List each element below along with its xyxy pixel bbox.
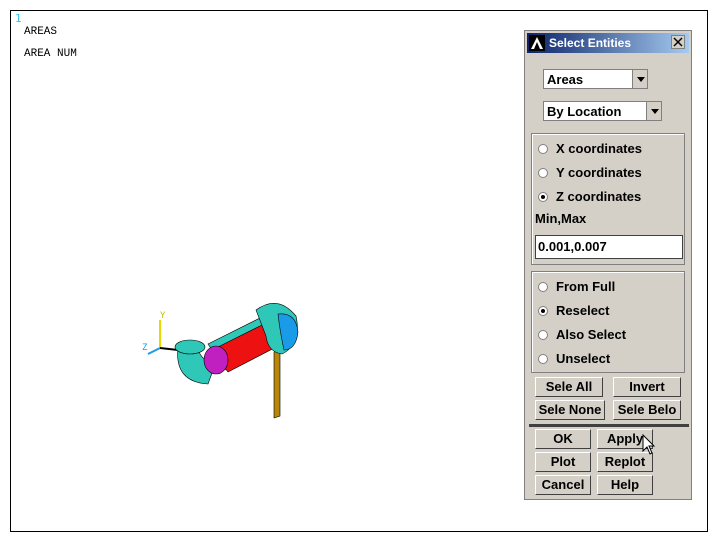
- cancel-button[interactable]: Cancel: [535, 475, 591, 495]
- radio-label: From Full: [556, 279, 616, 294]
- close-icon[interactable]: [671, 35, 685, 49]
- plot-button[interactable]: Plot: [535, 452, 591, 472]
- dialog-title: Select Entities: [549, 36, 632, 50]
- triad-y-label: Y: [160, 311, 166, 321]
- ansys-logo-icon: [529, 35, 545, 51]
- radio-label: Z coordinates: [556, 189, 642, 204]
- sele-belo-button[interactable]: Sele Belo: [613, 400, 681, 420]
- pipe-inner-face: [203, 345, 229, 375]
- select-entities-dialog: Select Entities Areas By Location X coor…: [524, 30, 692, 500]
- select-method-value: By Location: [547, 104, 622, 119]
- radio-label: Reselect: [556, 303, 610, 318]
- radio-button[interactable]: [538, 168, 548, 178]
- radio-button-selected[interactable]: [538, 306, 548, 316]
- mouse-cursor-icon: [642, 434, 656, 455]
- radio-button-selected[interactable]: [538, 192, 548, 202]
- window-number: 1: [15, 12, 22, 25]
- sele-all-button[interactable]: Sele All: [535, 377, 603, 397]
- elbow-end: [174, 339, 206, 355]
- entity-type-dropdown[interactable]: Areas: [543, 69, 648, 89]
- help-button[interactable]: Help: [597, 475, 653, 495]
- chevron-down-icon[interactable]: [632, 69, 648, 89]
- sele-none-button[interactable]: Sele None: [535, 400, 605, 420]
- invert-button[interactable]: Invert: [613, 377, 681, 397]
- radio-label: Unselect: [556, 351, 611, 366]
- plot-label-area-num: AREA NUM: [24, 48, 77, 60]
- radio-label: Also Select: [556, 327, 627, 342]
- support-column: [273, 349, 281, 419]
- radio-label: X coordinates: [556, 141, 642, 156]
- entity-type-value: Areas: [547, 72, 584, 87]
- radio-label: Y coordinates: [556, 165, 642, 180]
- minmax-label: Min,Max: [535, 211, 587, 226]
- selection-mode-group: From Full Reselect Also Select Unselect: [531, 271, 685, 373]
- ok-button[interactable]: OK: [535, 429, 591, 449]
- triad-z-label: Z: [142, 343, 148, 353]
- select-method-dropdown[interactable]: By Location: [543, 101, 662, 121]
- separator: [529, 424, 689, 427]
- dialog-titlebar[interactable]: Select Entities: [527, 33, 689, 53]
- radio-button[interactable]: [538, 144, 548, 154]
- minmax-input[interactable]: 0.001,0.007: [535, 235, 683, 259]
- plot-label-areas: AREAS: [24, 26, 58, 38]
- radio-button[interactable]: [538, 330, 548, 340]
- radio-button[interactable]: [538, 354, 548, 364]
- pipe-model: Y Z X: [142, 303, 299, 419]
- radio-button[interactable]: [538, 282, 548, 292]
- chevron-down-icon[interactable]: [646, 101, 662, 121]
